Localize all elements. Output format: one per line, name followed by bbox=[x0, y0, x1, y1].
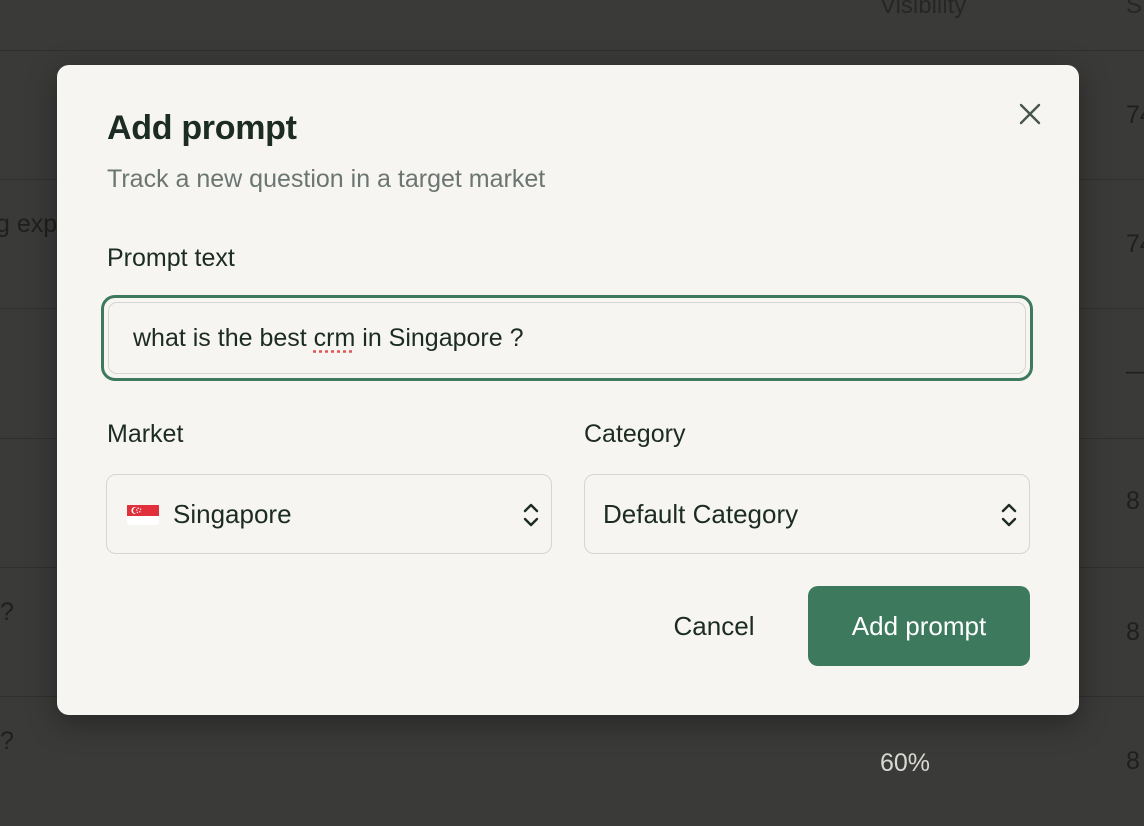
chevron-up-down-icon bbox=[1001, 503, 1017, 527]
market-selected-value: Singapore bbox=[173, 498, 292, 529]
category-label: Category bbox=[584, 420, 686, 448]
table-cell: g exp bbox=[0, 210, 58, 238]
add-prompt-button[interactable]: Add prompt bbox=[808, 586, 1030, 666]
table-cell: 74 bbox=[1126, 230, 1144, 258]
prompt-text-field[interactable]: what is the best crm in Singapore ? bbox=[101, 295, 1033, 381]
prompt-text-value: what is the best crm in Singapore ? bbox=[133, 324, 524, 353]
misspelled-word: crm bbox=[313, 323, 356, 352]
column-header-partial: S bbox=[1126, 0, 1143, 19]
table-row: ? 60% 8 bbox=[0, 696, 1144, 826]
close-icon bbox=[1019, 103, 1041, 125]
table-cell: — bbox=[1126, 357, 1144, 386]
prompt-text-input[interactable]: what is the best crm in Singapore ? bbox=[108, 302, 1026, 374]
cancel-button[interactable]: Cancel bbox=[647, 593, 781, 659]
market-select[interactable]: Singapore bbox=[106, 474, 552, 554]
chevron-up-down-icon bbox=[523, 503, 539, 527]
column-header-visibility: Visibility bbox=[880, 0, 967, 19]
dialog-subtitle: Track a new question in a target market bbox=[107, 165, 546, 193]
singapore-flag-icon bbox=[127, 503, 159, 525]
add-prompt-dialog: Add prompt Track a new question in a tar… bbox=[57, 65, 1079, 715]
market-label: Market bbox=[107, 420, 184, 448]
table-cell: ? bbox=[0, 598, 14, 626]
table-cell: 74 bbox=[1126, 101, 1144, 129]
prompt-text-part: in Singapore ? bbox=[355, 323, 524, 352]
table-cell: 8 bbox=[1126, 618, 1140, 646]
table-cell: ? bbox=[0, 727, 14, 755]
prompt-text-label: Prompt text bbox=[107, 244, 235, 272]
prompt-text-part: what is the best bbox=[133, 323, 314, 352]
table-cell: 8 bbox=[1126, 487, 1140, 515]
category-select[interactable]: Default Category bbox=[584, 474, 1030, 554]
table-cell: 60% bbox=[880, 749, 931, 777]
close-button[interactable] bbox=[1015, 99, 1045, 129]
category-selected-value: Default Category bbox=[603, 498, 799, 529]
dialog-title: Add prompt bbox=[107, 109, 297, 147]
table-cell: 8 bbox=[1126, 747, 1140, 775]
